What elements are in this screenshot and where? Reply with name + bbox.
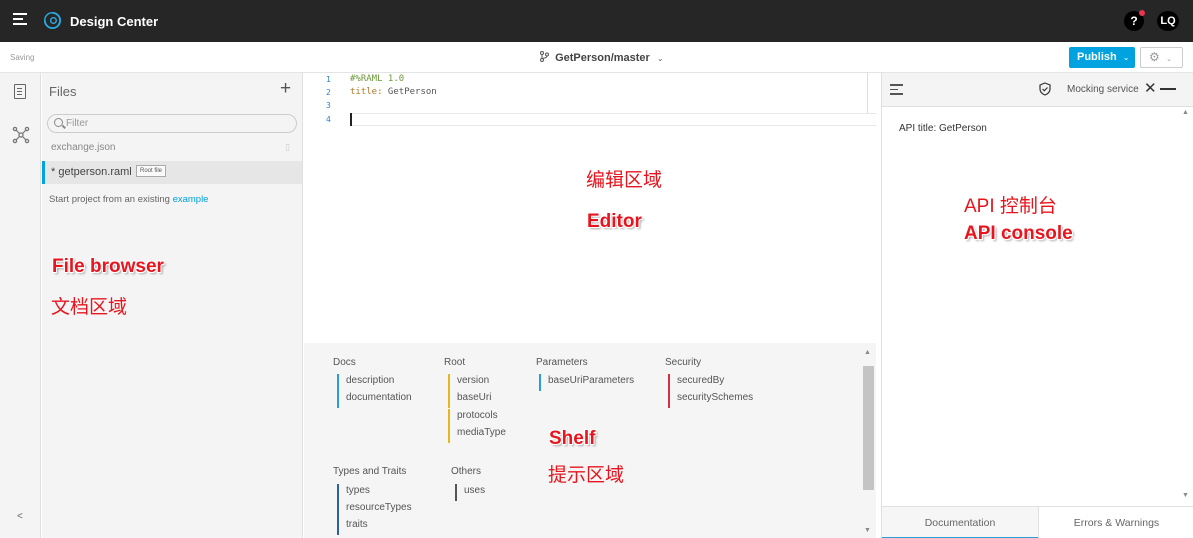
shelf-item[interactable]: types: [337, 484, 370, 501]
file-item-exchange[interactable]: exchange.json: [51, 142, 116, 153]
chevron-down-icon: ⌄: [1166, 56, 1172, 63]
shelf-panel: Docs description documentation Root vers…: [304, 343, 876, 538]
search-icon: [54, 118, 63, 127]
help-icon: ?: [1130, 14, 1138, 28]
text-cursor: [350, 113, 352, 126]
line-number: 4: [326, 115, 331, 124]
save-status: Saving: [10, 53, 35, 62]
shelf-item[interactable]: documentation: [337, 391, 412, 408]
title-value: GetPerson: [382, 87, 437, 97]
start-project-hint: Start project from an existing example: [49, 194, 208, 205]
shelf-item[interactable]: securitySchemes: [668, 391, 753, 408]
top-bar: Design Center ? LQ: [0, 0, 1193, 42]
graph-view-icon[interactable]: [12, 126, 30, 144]
shelf-group-root: Root: [444, 357, 466, 368]
filter-input[interactable]: [66, 116, 286, 131]
raml-version-comment: #%RAML 1.0: [350, 74, 405, 84]
collapse-sidebar-icon[interactable]: <: [17, 511, 23, 522]
console-menu-icon[interactable]: [890, 84, 903, 98]
shelf-item[interactable]: baseUriParameters: [539, 374, 634, 391]
scroll-up-icon[interactable]: ▲: [1182, 109, 1189, 116]
delete-file-icon[interactable]: ▯: [285, 142, 290, 153]
shelf-group-parameters: Parameters: [536, 357, 588, 368]
example-link[interactable]: example: [173, 194, 209, 205]
help-button[interactable]: ?: [1124, 10, 1145, 31]
tab-documentation[interactable]: Documentation: [882, 507, 1038, 538]
files-view-icon[interactable]: [14, 84, 26, 99]
api-console: Mocking service ✕ API title: GetPerson A…: [881, 73, 1193, 538]
left-rail: <: [0, 73, 41, 538]
mocking-service-label: Mocking service: [1067, 84, 1139, 95]
line-number: 2: [326, 88, 331, 97]
line-gutter: 1 2 3 4: [304, 73, 338, 343]
settings-button[interactable]: ⚙ ⌄: [1140, 47, 1183, 68]
file-item-getperson[interactable]: * getperson.raml Root file: [42, 161, 302, 184]
code-editor[interactable]: 1 2 3 4 #%RAML 1.0 title: GetPerson 编辑区域…: [304, 73, 876, 343]
chevron-down-icon: ⌄: [1122, 53, 1130, 62]
file-filter[interactable]: [47, 114, 297, 133]
file-name: * getperson.raml: [51, 166, 132, 178]
editor-ruler: [867, 73, 868, 113]
scroll-thumb[interactable]: [863, 366, 874, 490]
annotation-shelf-en: Shelf: [549, 428, 596, 449]
scroll-up-icon[interactable]: ▲: [864, 349, 871, 356]
files-title: Files: [49, 84, 77, 99]
minimize-icon[interactable]: [1160, 88, 1176, 90]
scroll-down-icon[interactable]: ▼: [1182, 492, 1189, 499]
shelf-item[interactable]: uses: [455, 484, 485, 501]
shelf-group-others: Others: [451, 466, 482, 477]
console-header: Mocking service ✕: [882, 73, 1193, 107]
shelf-item[interactable]: protocols: [448, 409, 498, 426]
code-line-2: title: GetPerson: [350, 87, 437, 97]
shelf-item[interactable]: description: [337, 374, 394, 391]
gear-icon: ⚙: [1149, 50, 1160, 64]
root-file-badge: Root file: [136, 165, 167, 177]
api-title-text: API title: GetPerson: [899, 123, 987, 134]
publish-button[interactable]: Publish ⌄: [1069, 47, 1135, 68]
shelf-item[interactable]: version: [448, 374, 489, 391]
line-number: 3: [326, 101, 331, 110]
shelf-item[interactable]: securedBy: [668, 374, 724, 391]
line-number: 1: [326, 75, 331, 84]
annotation-console-cn: API 控制台: [964, 196, 1057, 217]
notification-dot: [1139, 10, 1145, 16]
app-title: Design Center: [70, 14, 159, 29]
shelf-item[interactable]: baseUri: [448, 391, 491, 408]
annotation-shelf-cn: 提示区域: [548, 465, 625, 486]
console-scrollbar[interactable]: ▲ ▼: [1179, 107, 1193, 503]
annotation-files-cn: 文档区域: [51, 297, 128, 318]
shelf-scrollbar[interactable]: ▲ ▼: [861, 349, 875, 537]
hint-text: Start project from an existing: [49, 194, 173, 205]
branch-name: GetPerson/master: [555, 52, 650, 64]
publish-label: Publish: [1077, 51, 1117, 63]
annotation-editor-cn: 编辑区域: [586, 170, 663, 191]
annotation-console-en: API console: [964, 223, 1073, 244]
design-center-logo-icon: [43, 11, 62, 30]
shelf-group-security: Security: [665, 357, 702, 368]
shelf-item[interactable]: mediaType: [448, 426, 506, 443]
add-file-icon[interactable]: +: [280, 78, 291, 100]
shelf-group-docs: Docs: [333, 357, 356, 368]
console-tabs: Documentation Errors & Warnings: [882, 506, 1193, 538]
shelf-item[interactable]: resourceTypes: [337, 501, 412, 518]
branch-selector[interactable]: GetPerson/master ⌄: [540, 51, 664, 64]
chevron-down-icon: ⌄: [656, 54, 664, 63]
hamburger-menu-icon[interactable]: [13, 13, 27, 27]
branch-icon: [540, 51, 549, 62]
tab-errors-warnings[interactable]: Errors & Warnings: [1038, 507, 1193, 538]
project-toolbar: Saving GetPerson/master ⌄ Publish ⌄ ⚙ ⌄: [0, 42, 1193, 73]
user-avatar[interactable]: LQ: [1157, 11, 1179, 31]
shelf-group-types: Types and Traits: [333, 466, 407, 477]
annotation-editor-en: Editor: [587, 211, 642, 232]
shield-icon: [1039, 82, 1051, 96]
annotation-files-en: File browser: [52, 256, 164, 277]
current-line-highlight: [350, 113, 876, 126]
scroll-down-icon[interactable]: ▼: [864, 527, 871, 534]
code-line-1: #%RAML 1.0: [350, 74, 404, 84]
title-key: title:: [350, 87, 383, 97]
shelf-item[interactable]: traits: [337, 518, 368, 535]
close-icon[interactable]: ✕: [1144, 79, 1157, 97]
